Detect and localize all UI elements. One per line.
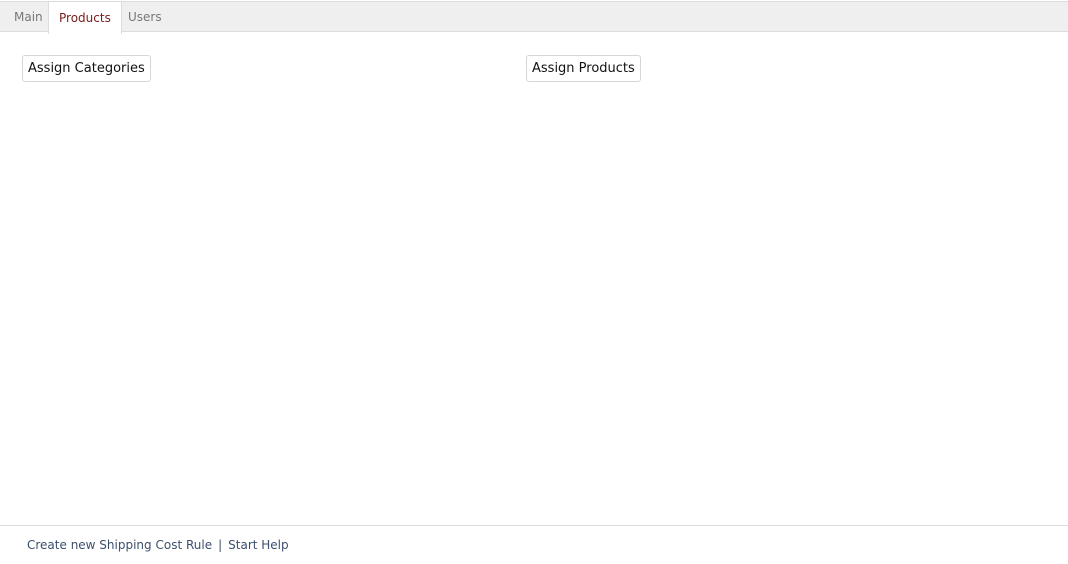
start-help-link[interactable]: Start Help (228, 538, 289, 552)
assign-categories-button[interactable]: Assign Categories (22, 55, 151, 82)
create-shipping-cost-rule-link[interactable]: Create new Shipping Cost Rule (27, 538, 212, 552)
footer-separator: | (218, 538, 223, 552)
tab-main[interactable]: Main (4, 1, 53, 33)
tab-users[interactable]: Users (118, 1, 172, 33)
tab-products[interactable]: Products (48, 1, 122, 34)
assign-products-button[interactable]: Assign Products (526, 55, 641, 82)
footer-links: Create new Shipping Cost Rule | Start Help (27, 538, 289, 552)
footer-bar: Create new Shipping Cost Rule | Start Help (0, 525, 1068, 564)
tab-bar: Main Products Users (0, 1, 1068, 34)
